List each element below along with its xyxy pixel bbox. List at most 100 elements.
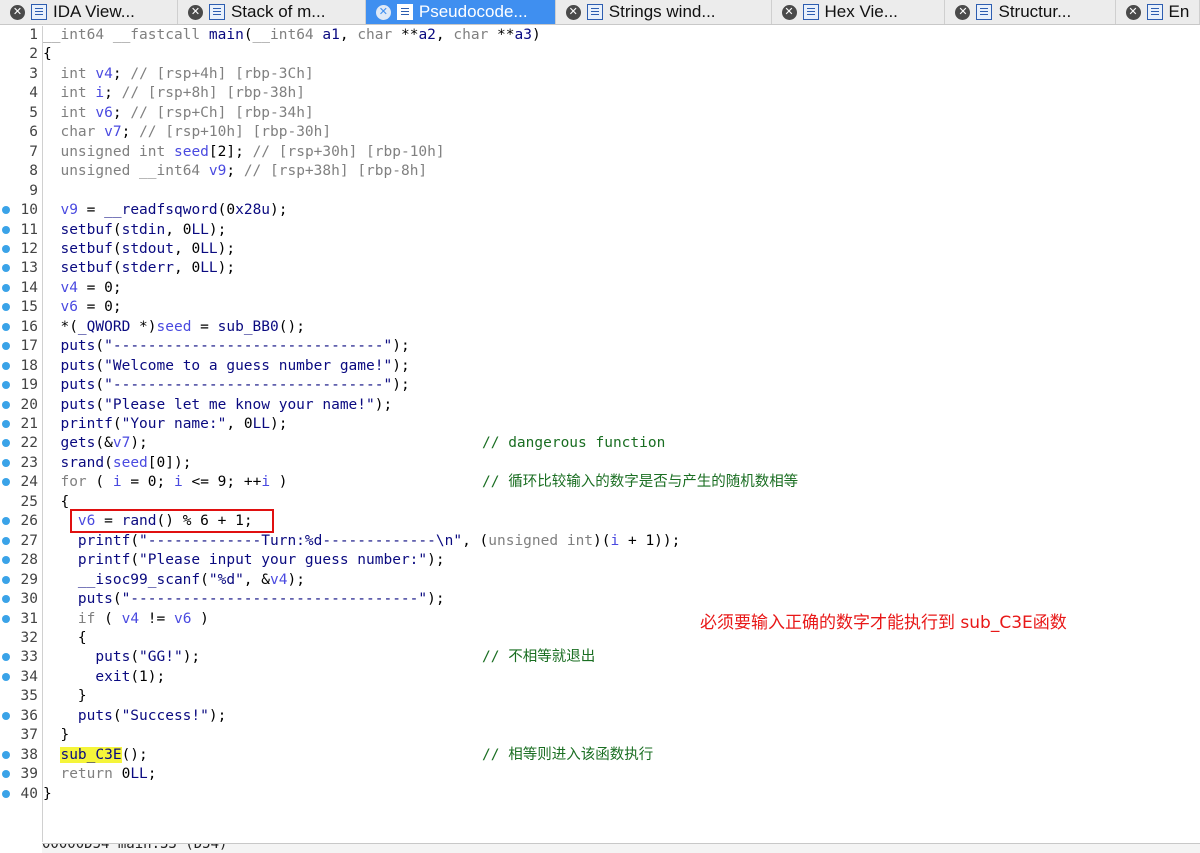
breakpoint-dot-icon[interactable] [2, 264, 10, 272]
code-line[interactable]: 37 } [0, 726, 1200, 745]
code-line[interactable]: 21 printf("Your name:", 0LL); [0, 415, 1200, 434]
breakpoint-dot-icon[interactable] [2, 284, 10, 292]
code-line[interactable]: 35 } [0, 687, 1200, 706]
line-number: 24 [10, 473, 38, 492]
code-line[interactable]: 11 setbuf(stdin, 0LL); [0, 221, 1200, 240]
breakpoint-dot-icon[interactable] [2, 303, 10, 311]
code-line[interactable]: 6 char v7; // [rsp+10h] [rbp-30h] [0, 123, 1200, 142]
code-line[interactable]: 34 exit(1); [0, 668, 1200, 687]
breakpoint-dot-icon[interactable] [2, 342, 10, 350]
tab-5[interactable]: ✕Structur... [945, 0, 1115, 24]
code-line[interactable]: 13 setbuf(stderr, 0LL); [0, 259, 1200, 278]
breakpoint-dot-icon[interactable] [2, 206, 10, 214]
code-text: puts("Success!"); [43, 707, 226, 726]
code-text: exit(1); [43, 668, 165, 687]
code-line[interactable]: 18 puts("Welcome to a guess number game!… [0, 357, 1200, 376]
code-line[interactable]: 8 unsigned __int64 v9; // [rsp+38h] [rbp… [0, 162, 1200, 181]
breakpoint-dot-icon[interactable] [2, 537, 10, 545]
breakpoint-dot-icon[interactable] [2, 517, 10, 525]
tab-bar: ✕IDA View...✕Stack of m...✕Pseudocode...… [0, 0, 1200, 25]
code-line[interactable]: 19 puts("-------------------------------… [0, 376, 1200, 395]
breakpoint-dot-icon[interactable] [2, 226, 10, 234]
tab-1[interactable]: ✕Stack of m... [178, 0, 366, 24]
breakpoint-dot-icon[interactable] [2, 673, 10, 681]
line-number: 25 [10, 493, 38, 512]
close-icon[interactable]: ✕ [955, 5, 970, 20]
code-line[interactable]: 36 puts("Success!"); [0, 707, 1200, 726]
code-line[interactable]: 38 sub_C3E();// 相等则进入该函数执行 [0, 746, 1200, 765]
tab-4[interactable]: ✕Hex Vie... [772, 0, 946, 24]
code-line[interactable]: 40} [0, 785, 1200, 804]
window-icon [587, 4, 603, 20]
code-text: } [43, 785, 52, 804]
code-text: return 0LL; [43, 765, 157, 784]
close-icon[interactable]: ✕ [566, 5, 581, 20]
code-line[interactable]: 14 v4 = 0; [0, 279, 1200, 298]
close-icon[interactable]: ✕ [376, 5, 391, 20]
tab-3[interactable]: ✕Strings wind... [556, 0, 772, 24]
breakpoint-dot-icon[interactable] [2, 653, 10, 661]
close-icon[interactable]: ✕ [10, 5, 25, 20]
code-line[interactable]: 30 puts("-------------------------------… [0, 590, 1200, 609]
code-text: srand(seed[0]); [43, 454, 191, 473]
code-line[interactable]: 4 int i; // [rsp+8h] [rbp-38h] [0, 84, 1200, 103]
code-line[interactable]: 1__int64 __fastcall main(__int64 a1, cha… [0, 26, 1200, 45]
line-number: 29 [10, 571, 38, 590]
window-icon [397, 4, 413, 20]
tab-6[interactable]: ✕En [1116, 0, 1200, 24]
code-line[interactable]: 23 srand(seed[0]); [0, 454, 1200, 473]
code-text: printf("-------------Turn:%d------------… [43, 532, 680, 551]
code-line[interactable]: 9 [0, 182, 1200, 201]
code-line[interactable]: 12 setbuf(stdout, 0LL); [0, 240, 1200, 259]
close-icon[interactable]: ✕ [782, 5, 797, 20]
breakpoint-dot-icon[interactable] [2, 401, 10, 409]
code-line[interactable]: 20 puts("Please let me know your name!")… [0, 396, 1200, 415]
close-icon[interactable]: ✕ [1126, 5, 1141, 20]
code-line[interactable]: 2{ [0, 45, 1200, 64]
breakpoint-dot-icon[interactable] [2, 615, 10, 623]
code-line[interactable]: 16 *(_QWORD *)seed = sub_BB0(); [0, 318, 1200, 337]
code-line[interactable]: 10 v9 = __readfsqword(0x28u); [0, 201, 1200, 220]
code-line[interactable]: 39 return 0LL; [0, 765, 1200, 784]
breakpoint-dot-icon[interactable] [2, 478, 10, 486]
code-text: __int64 __fastcall main(__int64 a1, char… [43, 26, 541, 45]
code-text: setbuf(stdin, 0LL); [43, 221, 226, 240]
tab-2[interactable]: ✕Pseudocode... [366, 0, 556, 24]
breakpoint-dot-icon[interactable] [2, 439, 10, 447]
breakpoint-dot-icon[interactable] [2, 576, 10, 584]
code-line[interactable]: 22 gets(&v7);// dangerous function [0, 434, 1200, 453]
code-line[interactable]: 7 unsigned int seed[2]; // [rsp+30h] [rb… [0, 143, 1200, 162]
breakpoint-dot-icon[interactable] [2, 790, 10, 798]
code-line[interactable]: 15 v6 = 0; [0, 298, 1200, 317]
breakpoint-dot-icon[interactable] [2, 459, 10, 467]
code-text: int v4; // [rsp+4h] [rbp-3Ch] [43, 65, 314, 84]
tab-0[interactable]: ✕IDA View... [0, 0, 178, 24]
breakpoint-dot-icon[interactable] [2, 362, 10, 370]
code-line[interactable]: 17 puts("-------------------------------… [0, 337, 1200, 356]
breakpoint-dot-icon[interactable] [2, 751, 10, 759]
code-line[interactable]: 33 puts("GG!");// 不相等就退出 [0, 648, 1200, 667]
code-line[interactable]: 28 printf("Please input your guess numbe… [0, 551, 1200, 570]
breakpoint-dot-icon[interactable] [2, 381, 10, 389]
code-line[interactable]: 5 int v6; // [rsp+Ch] [rbp-34h] [0, 104, 1200, 123]
breakpoint-dot-icon[interactable] [2, 245, 10, 253]
line-number: 9 [10, 182, 38, 201]
code-line[interactable]: 29 __isoc99_scanf("%d", &v4); [0, 571, 1200, 590]
code-text: { [43, 493, 69, 512]
code-text: setbuf(stderr, 0LL); [43, 259, 235, 278]
annotation-text: 必须要输入正确的数字才能执行到 sub_C3E函数 [700, 608, 1067, 633]
code-comment: // dangerous function [482, 434, 665, 453]
code-line[interactable]: 27 printf("-------------Turn:%d---------… [0, 532, 1200, 551]
line-number: 10 [10, 201, 38, 220]
close-icon[interactable]: ✕ [188, 5, 203, 20]
breakpoint-dot-icon[interactable] [2, 323, 10, 331]
line-number: 28 [10, 551, 38, 570]
breakpoint-dot-icon[interactable] [2, 712, 10, 720]
breakpoint-dot-icon[interactable] [2, 556, 10, 564]
code-line[interactable]: 24 for ( i = 0; i <= 9; ++i )// 循环比较输入的数… [0, 473, 1200, 492]
code-line[interactable]: 3 int v4; // [rsp+4h] [rbp-3Ch] [0, 65, 1200, 84]
code-text: puts("Please let me know your name!"); [43, 396, 392, 415]
breakpoint-dot-icon[interactable] [2, 595, 10, 603]
breakpoint-dot-icon[interactable] [2, 420, 10, 428]
breakpoint-dot-icon[interactable] [2, 770, 10, 778]
